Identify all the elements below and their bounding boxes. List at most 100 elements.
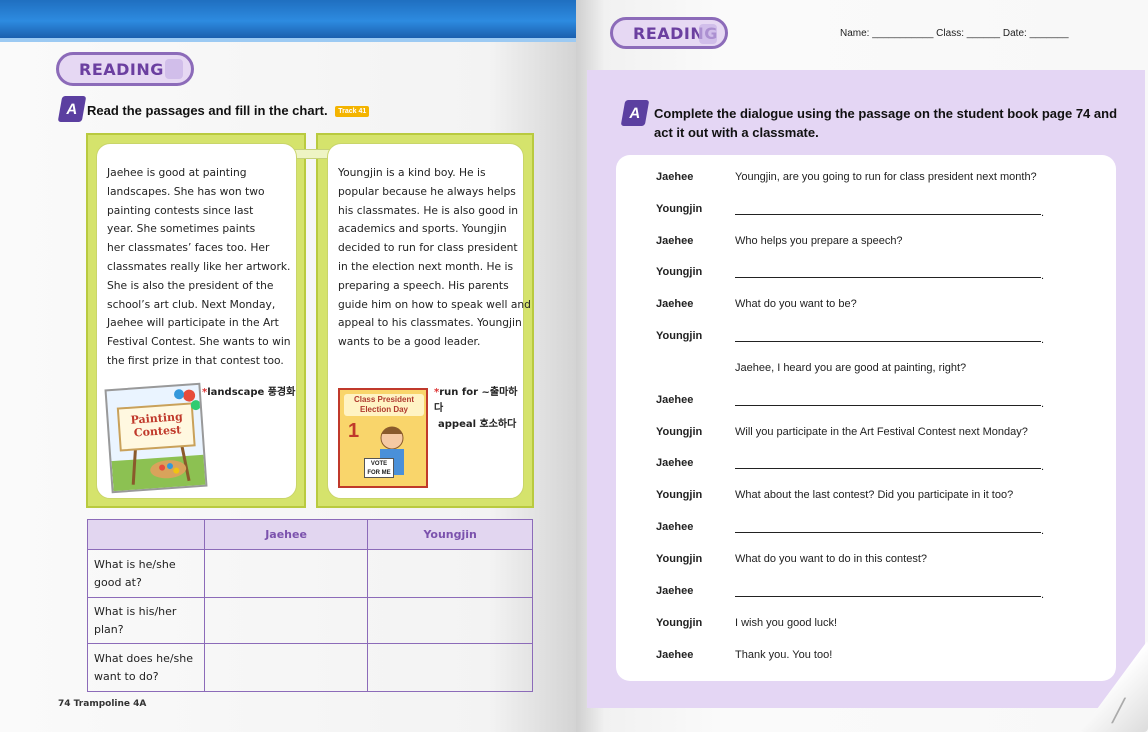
- gloss-run-for: run for ~출마하다: [434, 387, 518, 414]
- blank-period: .: [1041, 525, 1045, 537]
- passage-line: decided to run for class president: [338, 241, 518, 255]
- passage-line: appeal to his classmates. Youngjin: [338, 316, 522, 330]
- dialogue-row: Youngjin I wish you good luck!: [656, 617, 1076, 635]
- blank-period: .: [1041, 207, 1045, 219]
- speaker-name: Jaehee: [656, 585, 694, 597]
- left-instruction: Read the passages and fill in the chart.…: [87, 103, 370, 118]
- reading-badge-right: READING: [610, 17, 728, 49]
- blank-period: .: [1041, 589, 1045, 601]
- passage-line: preparing a speech. His parents: [338, 278, 509, 292]
- passage-line: school’s art club. Next Monday,: [107, 297, 276, 311]
- painting-contest-image: Painting Contest: [104, 382, 208, 494]
- top-banner: [0, 0, 576, 42]
- speaker-name: Youngjin: [656, 489, 703, 501]
- passage-line: her classmates’ faces too. Her: [107, 241, 270, 255]
- dialogue-row: Youngjin.: [656, 203, 1076, 221]
- dialogue-row: Jaehee.: [656, 457, 1076, 475]
- passage-line: in the election next month. He is: [338, 259, 514, 273]
- gloss-jaehee-text: landscape 풍경화: [207, 387, 296, 398]
- dialogue-line: What do you want to be?: [735, 298, 857, 310]
- comparison-chart: Jaehee Youngjin What is he/she good at? …: [87, 519, 533, 692]
- speaker-name: Youngjin: [656, 266, 703, 278]
- answer-blank[interactable]: [735, 532, 1041, 533]
- speaker-name: Youngjin: [656, 553, 703, 565]
- dialogue-row: Youngjin.: [656, 330, 1076, 348]
- answer-blank[interactable]: [735, 405, 1041, 406]
- passage-line: Youngjin is a kind boy. He is: [338, 166, 486, 179]
- speaker-name: Jaehee: [656, 521, 694, 533]
- passage-line: popular because he always helps: [338, 184, 516, 198]
- passage-text-jaehee: Jaehee is good at painting landscapes. Sh…: [107, 144, 291, 371]
- reading-badge: READING: [56, 52, 194, 86]
- dialogue-row: Jaehee Who helps you prepare a speech?: [656, 235, 1076, 253]
- speaker-name: Youngjin: [656, 617, 703, 629]
- passage-line: Jaehee will participate in the Art: [107, 316, 279, 330]
- dialogue-row: Jaehee.: [656, 521, 1076, 539]
- speaker-name: Youngjin: [656, 426, 703, 438]
- passage-line: guide him on how to speak well and: [338, 297, 531, 311]
- speaker-name: Jaehee: [656, 394, 694, 406]
- answer-blank[interactable]: [735, 596, 1041, 597]
- answer-blank[interactable]: [735, 341, 1041, 342]
- passage-line: his classmates. He is also good in: [338, 203, 519, 217]
- chart-answer-jaehee-2[interactable]: [203, 597, 369, 644]
- chart-header-youngjin: Youngjin: [367, 519, 533, 550]
- blank-period: .: [1041, 270, 1045, 282]
- blank-period: .: [1041, 461, 1045, 473]
- dialogue-row: Jaehee Thank you. You too!: [656, 649, 1076, 667]
- passage-line: painting contests since last: [107, 203, 254, 217]
- speaker-name: Youngjin: [656, 330, 703, 342]
- gloss-appeal: appeal 호소하다: [438, 419, 517, 430]
- dialogue-line: Thank you. You too!: [735, 649, 833, 661]
- blank-period: .: [1041, 398, 1045, 410]
- track-badge[interactable]: Track 41: [335, 106, 370, 118]
- name-class-date-line: Name: ___________ Class: ______ Date: __…: [840, 28, 1069, 39]
- answer-blank[interactable]: [735, 468, 1041, 469]
- answer-blank[interactable]: [735, 214, 1041, 215]
- passage-line: the first prize in that contest too.: [107, 353, 284, 367]
- dialogue-row: Jaehee What do you want to be?: [656, 298, 1076, 316]
- chart-question-2: What is his/her plan?: [87, 597, 205, 644]
- chart-answer-youngjin-2[interactable]: [367, 597, 533, 644]
- speaker-name: Jaehee: [656, 235, 694, 247]
- passage-line: year. She sometimes paints: [107, 222, 256, 236]
- dialogue-line: Who helps you prepare a speech?: [735, 235, 903, 247]
- painting-contest-sign: Painting Contest: [130, 410, 184, 440]
- dialogue-row: Jaehee Youngjin, are you going to run for…: [656, 171, 1076, 189]
- chart-question-1: What is he/she good at?: [87, 549, 205, 598]
- dialogue-row: Jaehee.: [656, 394, 1076, 412]
- passage-line: Festival Contest. She wants to win: [107, 335, 291, 349]
- passage-line: classmates really like her artwork.: [107, 259, 291, 273]
- book-icon: [165, 59, 183, 79]
- chart-answer-jaehee-1[interactable]: [203, 549, 369, 598]
- gloss-youngjin: *run for ~출마하다 appeal 호소하다: [434, 385, 524, 433]
- dialogue-row: Jaehee, I heard you are good at painting…: [656, 362, 1076, 380]
- dialogue-line: Jaehee, I heard you are good at painting…: [735, 362, 967, 374]
- answer-blank[interactable]: [735, 277, 1041, 278]
- chart-answer-youngjin-3[interactable]: [367, 643, 533, 692]
- blank-period: .: [1041, 334, 1045, 346]
- speaker-name: Jaehee: [656, 171, 694, 183]
- passage-text-youngjin: Youngjin is a kind boy. He is popular bec…: [338, 144, 531, 352]
- left-instruction-text: Read the passages and fill in the chart.: [87, 103, 328, 118]
- next-page-arrow-icon[interactable]: ╱: [1112, 698, 1125, 724]
- speaker-name: Youngjin: [656, 203, 703, 215]
- dialogue-row: Youngjin What do you want to do in this c…: [656, 553, 1076, 571]
- easel-illustration: [111, 389, 208, 494]
- speaker-name: Jaehee: [656, 457, 694, 469]
- passage-line: Jaehee is good at painting: [107, 166, 247, 179]
- speaker-name: Jaehee: [656, 298, 694, 310]
- dialogue-line: What do you want to do in this contest?: [735, 553, 928, 565]
- book-icon: [699, 24, 717, 44]
- gloss-jaehee: *landscape 풍경화: [202, 387, 296, 398]
- right-instruction: Complete the dialogue using the passage …: [654, 106, 1118, 140]
- chart-answer-youngjin-1[interactable]: [367, 549, 533, 598]
- passage-line: academics and sports. Youngjin: [338, 222, 507, 236]
- chart-header-jaehee: Jaehee: [203, 519, 369, 550]
- chart-header-blank: [87, 519, 205, 550]
- dialogue-row: Youngjin What about the last contest? Did…: [656, 489, 1076, 507]
- speaker-name: Jaehee: [656, 649, 694, 661]
- chart-answer-jaehee-3[interactable]: [203, 643, 369, 692]
- dialogue-line: Will you participate in the Art Festival…: [735, 426, 1028, 438]
- activity-letter-badge: A: [57, 96, 87, 122]
